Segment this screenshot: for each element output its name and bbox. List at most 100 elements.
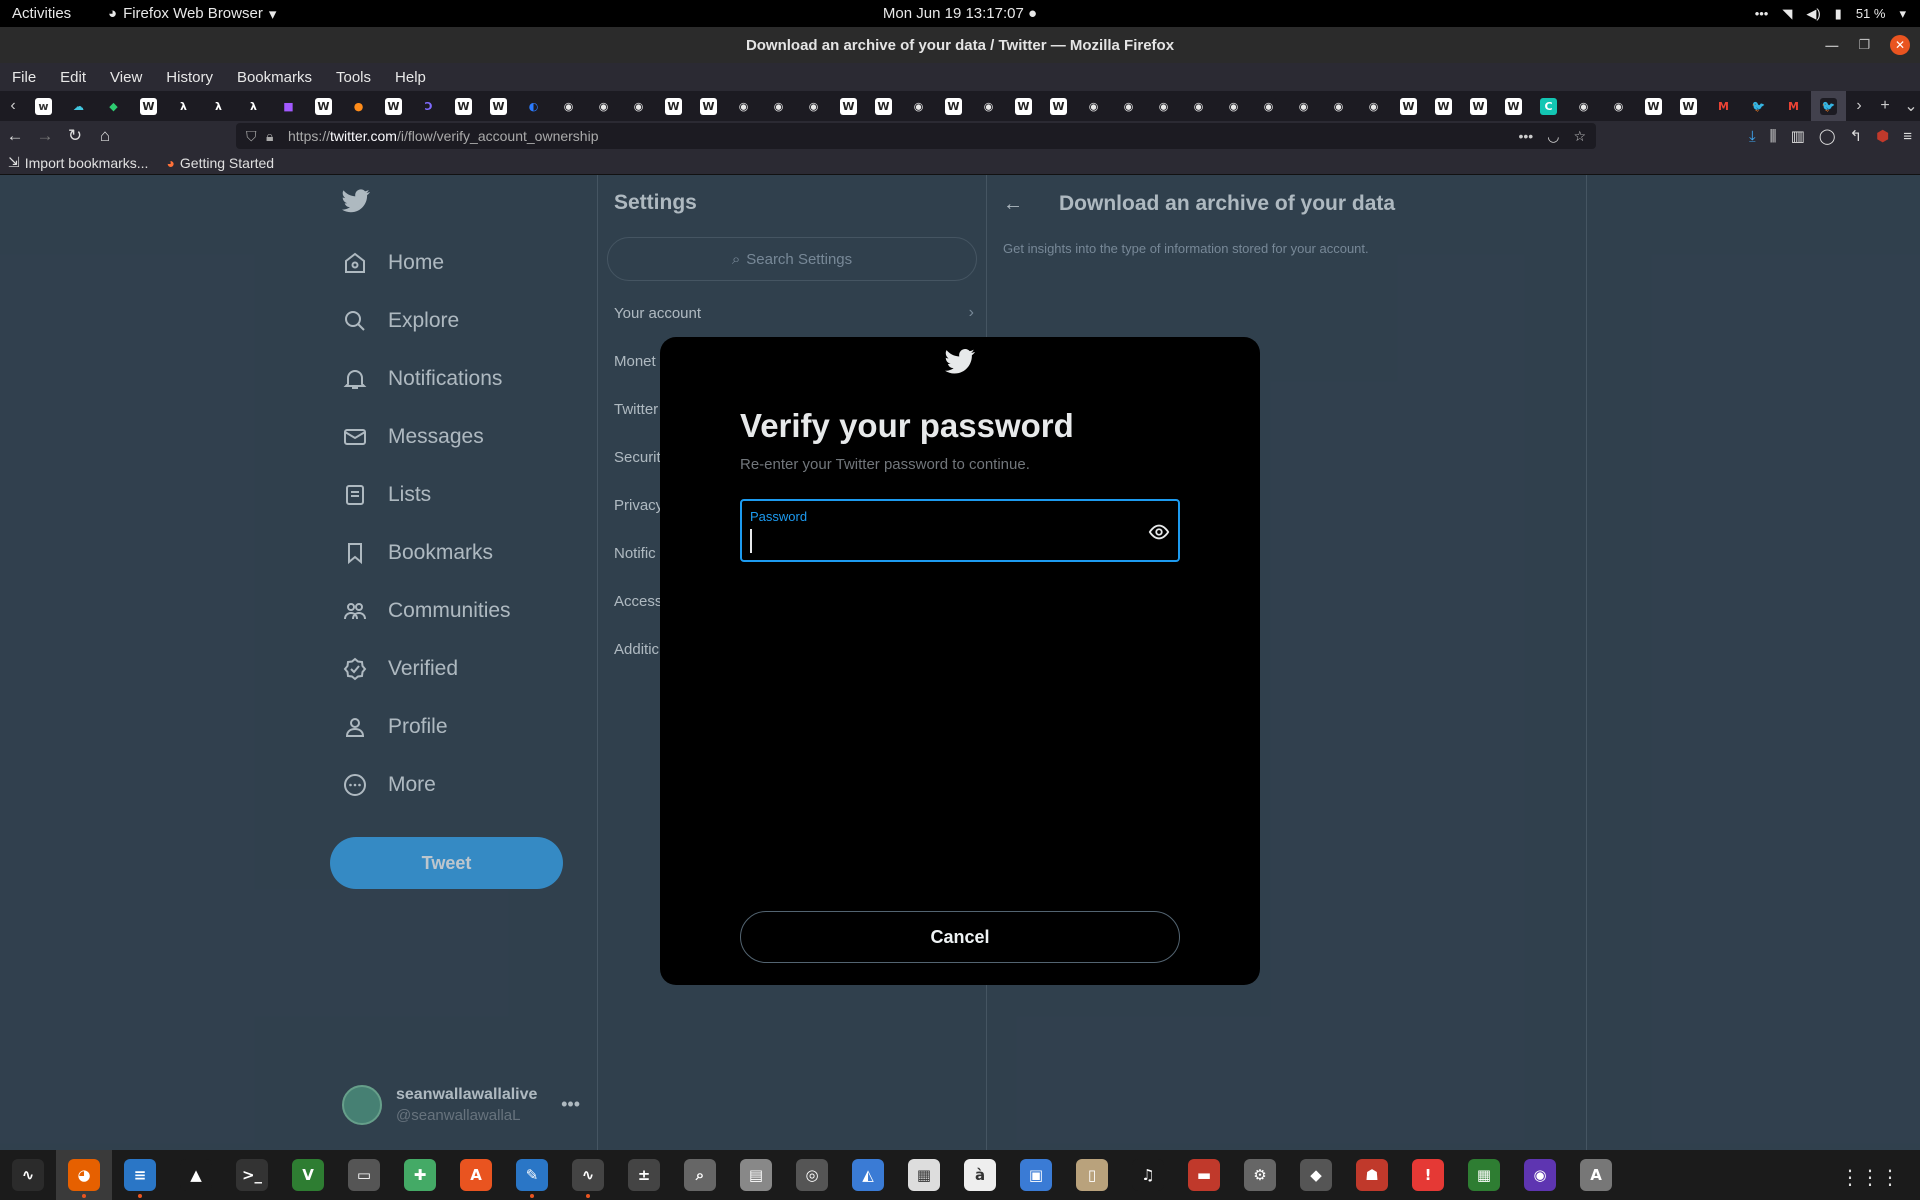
dock-app[interactable]: A	[448, 1150, 504, 1200]
browser-tab[interactable]: ◉	[1286, 91, 1321, 121]
dock-app[interactable]: ∿	[560, 1150, 616, 1200]
dock-app[interactable]: ≡	[112, 1150, 168, 1200]
menu-view[interactable]: View	[110, 69, 142, 86]
browser-tab[interactable]: ◉	[1251, 91, 1286, 121]
browser-tab[interactable]: ☁	[61, 91, 96, 121]
browser-tab[interactable]: ◆	[96, 91, 131, 121]
star-icon[interactable]: ☆	[1573, 128, 1586, 145]
browser-tab[interactable]: M	[1706, 91, 1741, 121]
show-password-eye-icon[interactable]	[1148, 521, 1170, 548]
browser-tab[interactable]: ◉	[1111, 91, 1146, 121]
browser-tab[interactable]: W	[831, 91, 866, 121]
system-tray[interactable]: ••• ◥ ◀) ▮ 51 % ▾	[1755, 0, 1906, 27]
lock-icon[interactable]: 🔒︎	[266, 128, 273, 145]
browser-tab[interactable]: ◉	[1321, 91, 1356, 121]
dock-app[interactable]: ▭	[336, 1150, 392, 1200]
browser-tab[interactable]: Ↄ	[411, 91, 446, 121]
browser-tab[interactable]: w	[26, 91, 61, 121]
pocket-icon[interactable]: ◡	[1547, 128, 1559, 145]
home-button[interactable]: ⌂	[90, 126, 120, 146]
dock-app[interactable]: ◭	[840, 1150, 896, 1200]
dock-app[interactable]: ▦	[1456, 1150, 1512, 1200]
dock-app[interactable]: ▲	[168, 1150, 224, 1200]
forward-button[interactable]: →	[30, 126, 60, 146]
dock-app[interactable]: A	[1568, 1150, 1624, 1200]
browser-tab[interactable]: C	[1531, 91, 1566, 121]
browser-tab[interactable]: W	[1636, 91, 1671, 121]
back-button[interactable]: ←	[0, 126, 30, 146]
browser-tab[interactable]: W	[1671, 91, 1706, 121]
browser-tab[interactable]: W	[481, 91, 516, 121]
dock-app[interactable]: ⚙	[1232, 1150, 1288, 1200]
dock-app[interactable]: ±	[616, 1150, 672, 1200]
app-menu-button[interactable]: ◕ Firefox Web Browser ▾	[108, 5, 276, 23]
browser-tab[interactable]: ◉	[1181, 91, 1216, 121]
password-input[interactable]	[750, 529, 1130, 553]
dock-app[interactable]: ✚	[392, 1150, 448, 1200]
browser-tab[interactable]: λ	[166, 91, 201, 121]
browser-tab[interactable]: λ	[201, 91, 236, 121]
browser-tab[interactable]: ●	[341, 91, 376, 121]
browser-tab[interactable]: ◉	[1356, 91, 1391, 121]
menu-file[interactable]: File	[12, 69, 36, 86]
browser-tab[interactable]: W	[656, 91, 691, 121]
shield-icon[interactable]: ⛉	[246, 128, 257, 145]
overflow-icon[interactable]: •••	[1755, 6, 1769, 21]
download-icon[interactable]: ⤓	[1749, 128, 1756, 145]
browser-tab[interactable]: ◉	[726, 91, 761, 121]
scroll-tabs-right-button[interactable]: ›	[1846, 97, 1872, 115]
list-all-tabs-button[interactable]: ⌄	[1898, 96, 1920, 116]
reload-button[interactable]: ↻	[60, 126, 90, 146]
browser-tab[interactable]: M	[1776, 91, 1811, 121]
cancel-button[interactable]: Cancel	[740, 911, 1180, 963]
password-field[interactable]: Password	[740, 499, 1180, 562]
dock-app[interactable]: ⌕	[672, 1150, 728, 1200]
browser-tab[interactable]: ◐	[516, 91, 551, 121]
menu-history[interactable]: History	[166, 69, 213, 86]
bookmark-getting-started[interactable]: ◕ Getting Started	[166, 155, 274, 171]
browser-tab[interactable]: W	[446, 91, 481, 121]
browser-tab[interactable]: 🐦	[1741, 91, 1776, 121]
browser-tab[interactable]: W	[1496, 91, 1531, 121]
dock-app[interactable]: V	[280, 1150, 336, 1200]
dock-app[interactable]: à	[952, 1150, 1008, 1200]
url-bar[interactable]: ⛉ 🔒︎ https://twitter.com/i/flow/verify_a…	[236, 123, 1596, 149]
menu-help[interactable]: Help	[395, 69, 426, 86]
browser-tab[interactable]: ◉	[1146, 91, 1181, 121]
browser-tab[interactable]: W	[1006, 91, 1041, 121]
dock-app[interactable]: >_	[224, 1150, 280, 1200]
dock-app[interactable]: ◆	[1288, 1150, 1344, 1200]
browser-tab[interactable]: 🐦	[1811, 91, 1846, 121]
dock-app[interactable]: ◎	[784, 1150, 840, 1200]
browser-tab[interactable]: ◉	[761, 91, 796, 121]
browser-tab[interactable]: W	[866, 91, 901, 121]
browser-tab[interactable]: W	[1041, 91, 1076, 121]
hamburger-menu-icon[interactable]: ≡	[1903, 128, 1912, 145]
ublock-icon[interactable]: ⬢	[1876, 127, 1889, 145]
bookmark-import[interactable]: ⇲ Import bookmarks...	[8, 154, 148, 171]
sidebar-icon[interactable]: ▥	[1791, 127, 1805, 145]
browser-tab[interactable]: W	[306, 91, 341, 121]
new-tab-button[interactable]: +	[1872, 97, 1898, 115]
minimize-button[interactable]: —	[1825, 38, 1838, 53]
maximize-button[interactable]: ❐	[1858, 37, 1870, 53]
browser-tab[interactable]: W	[691, 91, 726, 121]
browser-tab[interactable]: W	[131, 91, 166, 121]
browser-tab[interactable]: W	[1391, 91, 1426, 121]
dock-app[interactable]: ◕	[56, 1150, 112, 1200]
show-applications-icon[interactable]: ⋮⋮⋮	[1840, 1165, 1900, 1190]
dock-app[interactable]: ▤	[728, 1150, 784, 1200]
dock-app[interactable]: ☗	[1344, 1150, 1400, 1200]
browser-tab[interactable]: ◉	[796, 91, 831, 121]
url-text[interactable]: https://twitter.com/i/flow/verify_accoun…	[288, 128, 598, 144]
dock-app[interactable]: ✎	[504, 1150, 560, 1200]
menu-bookmarks[interactable]: Bookmarks	[237, 69, 312, 86]
browser-tab[interactable]: ◉	[1601, 91, 1636, 121]
browser-tab[interactable]: ◉	[1566, 91, 1601, 121]
extension-icon[interactable]: ↰	[1850, 127, 1863, 145]
browser-tab[interactable]: W	[936, 91, 971, 121]
browser-tab[interactable]: λ	[236, 91, 271, 121]
account-icon[interactable]: ◯	[1819, 127, 1836, 145]
browser-tab[interactable]: ◉	[551, 91, 586, 121]
dock-app[interactable]: !	[1400, 1150, 1456, 1200]
